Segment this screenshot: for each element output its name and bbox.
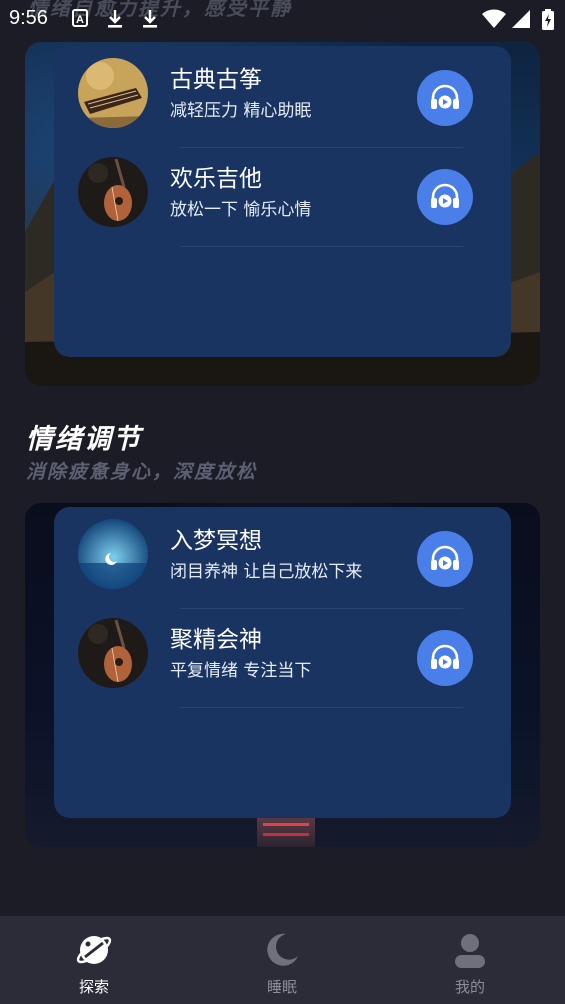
status-time: 9:56	[9, 7, 48, 29]
playlist-panel-2: 入梦冥想 闭目养神 让自己放松下来 聚精会神 平复情绪 专注当下	[54, 507, 511, 818]
track-description: 放松一下 愉乐心情	[170, 200, 312, 220]
divider	[180, 608, 463, 609]
track-item[interactable]: 入梦冥想 闭目养神 让自己放松下来	[54, 511, 511, 609]
track-item[interactable]: 聚精会神 平复情绪 专注当下	[54, 610, 511, 708]
download-icon	[106, 9, 124, 33]
bottom-nav: 探索 睡眠 我的	[0, 916, 565, 1004]
divider	[180, 147, 463, 148]
guitar-thumb	[78, 157, 148, 227]
track-description: 减轻压力 精心助眠	[170, 101, 312, 121]
download-icon	[141, 9, 159, 33]
tower-decoration	[257, 817, 315, 847]
guitar-thumb	[78, 618, 148, 688]
section-subtitle: 消除疲惫身心，深度放松	[26, 461, 258, 483]
svg-text:A: A	[76, 14, 84, 26]
nav-label: 我的	[454, 978, 485, 996]
wifi-icon	[482, 9, 506, 33]
moon-icon	[262, 930, 302, 970]
divider	[180, 707, 463, 708]
track-description: 平复情绪 专注当下	[170, 661, 312, 681]
status-bar: 9:56 A	[0, 0, 565, 38]
a-notification-icon: A	[72, 9, 88, 31]
track-title: 聚精会神	[170, 627, 262, 653]
headphones-play-icon[interactable]	[417, 169, 473, 225]
nav-item-explore[interactable]: 探索	[0, 916, 188, 1004]
track-item[interactable]: 欢乐吉他 放松一下 愉乐心情	[54, 149, 511, 247]
guzheng-thumb	[78, 58, 148, 128]
nav-item-profile[interactable]: 我的	[376, 916, 564, 1004]
user-icon	[450, 930, 490, 970]
track-title: 欢乐吉他	[170, 166, 262, 192]
nav-label: 睡眠	[266, 978, 297, 996]
section-title: 情绪调节	[26, 424, 142, 455]
moon-lake-thumb	[78, 519, 148, 589]
track-item[interactable]: 古典古筝 减轻压力 精心助眠	[54, 50, 511, 148]
nav-item-sleep[interactable]: 睡眠	[188, 916, 376, 1004]
track-title: 入梦冥想	[170, 528, 262, 554]
signal-icon	[511, 9, 531, 33]
track-title: 古典古筝	[170, 67, 262, 93]
headphones-play-icon[interactable]	[417, 531, 473, 587]
headphones-play-icon[interactable]	[417, 70, 473, 126]
battery-charging-icon	[541, 9, 555, 35]
headphones-play-icon[interactable]	[417, 630, 473, 686]
divider	[180, 246, 463, 247]
track-description: 闭目养神 让自己放松下来	[170, 562, 363, 582]
playlist-panel-1: 古典古筝 减轻压力 精心助眠 欢乐吉他 放松一下 愉乐心情	[54, 46, 511, 357]
planet-icon	[74, 930, 114, 970]
nav-label: 探索	[78, 978, 109, 996]
